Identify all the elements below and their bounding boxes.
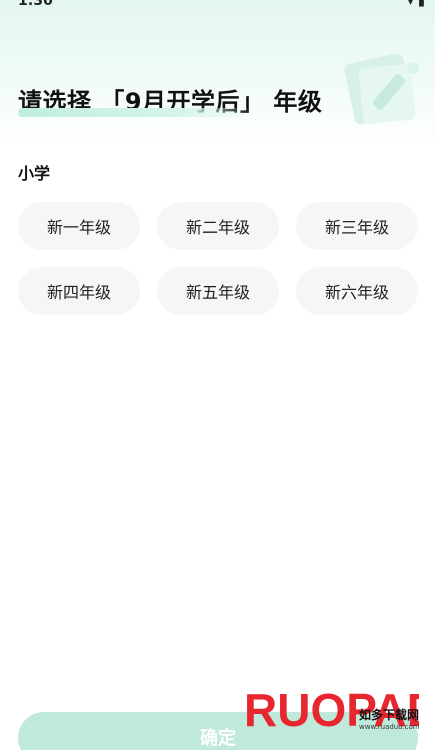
grade-button-4[interactable]: 新四年级 [18, 267, 140, 315]
grade-grid: 新一年级 新二年级 新三年级 新四年级 新五年级 新六年级 [18, 202, 418, 315]
grade-button-3[interactable]: 新三年级 [296, 202, 418, 250]
title-highlight [18, 108, 253, 117]
status-time: 1:30 [18, 0, 53, 9]
pencil-paper-illustration-icon [344, 53, 419, 125]
watermark-url: www.ruaduo.com [359, 723, 420, 731]
grade-button-1[interactable]: 新一年级 [18, 202, 140, 250]
status-bar: 1:30 ▾ ▮ [0, 0, 435, 14]
grade-button-5[interactable]: 新五年级 [157, 267, 279, 315]
grade-button-6[interactable]: 新六年级 [296, 267, 418, 315]
watermark-sub: 如多下载网 [359, 708, 420, 722]
wifi-icon: ▾ ▮ [407, 0, 425, 9]
grade-button-2[interactable]: 新二年级 [157, 202, 279, 250]
section-label-primary-school: 小学 [18, 164, 51, 183]
